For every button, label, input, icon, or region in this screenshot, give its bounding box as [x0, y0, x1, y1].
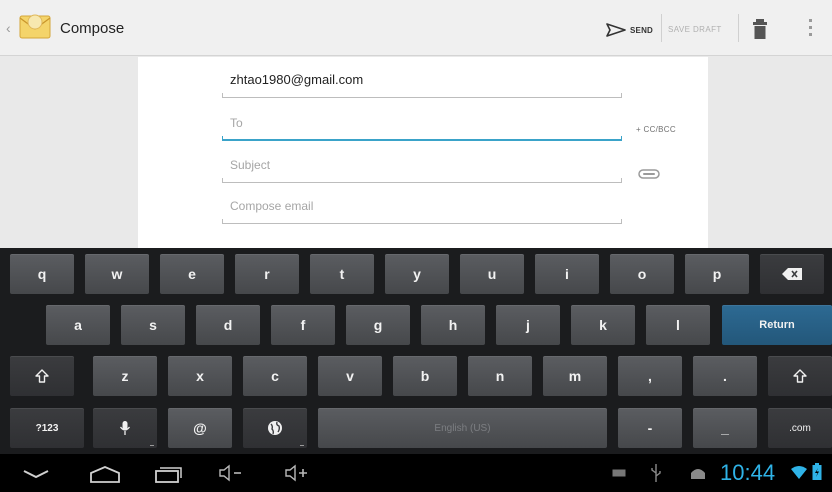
key-s[interactable]: s: [121, 305, 185, 345]
send-icon: [606, 23, 626, 37]
from-value: zhtao1980@gmail.com: [230, 72, 364, 87]
divider: [661, 14, 662, 42]
key-i[interactable]: i: [535, 254, 599, 294]
key-m[interactable]: m: [543, 356, 607, 396]
email-app-icon[interactable]: [18, 10, 52, 42]
key-r[interactable]: r: [235, 254, 299, 294]
to-field[interactable]: To: [222, 103, 622, 141]
battery-icon: [812, 463, 822, 480]
return-key[interactable]: Return: [722, 305, 832, 345]
recent-apps-icon[interactable]: [154, 464, 184, 484]
key-a[interactable]: a: [46, 305, 110, 345]
to-placeholder: To: [230, 116, 243, 130]
key-x[interactable]: x: [168, 356, 232, 396]
overflow-menu-icon[interactable]: [808, 19, 814, 41]
key-k[interactable]: k: [571, 305, 635, 345]
more-indicator: [300, 445, 304, 446]
key-g[interactable]: g: [346, 305, 410, 345]
key-j[interactable]: j: [496, 305, 560, 345]
shift-key-left[interactable]: [10, 356, 74, 396]
symbols-key[interactable]: ?123: [10, 408, 84, 448]
keyboard-status-icon: [612, 469, 626, 477]
hide-keyboard-icon[interactable]: [22, 469, 50, 479]
compose-card: zhtao1980@gmail.com To + CC/BCC Subject …: [138, 57, 708, 248]
key-q[interactable]: q: [10, 254, 74, 294]
key-h[interactable]: h: [421, 305, 485, 345]
shift-icon: [35, 369, 49, 383]
wifi-icon: [791, 466, 807, 479]
key-o[interactable]: o: [610, 254, 674, 294]
usb-icon: [651, 464, 661, 482]
up-caret-icon[interactable]: ‹: [6, 20, 11, 36]
send-label: SEND: [630, 25, 654, 35]
key-t[interactable]: t: [310, 254, 374, 294]
key-dot-com[interactable]: .com: [768, 408, 832, 448]
body-placeholder: Compose email: [230, 199, 314, 213]
body-field[interactable]: Compose email: [222, 186, 622, 224]
home-icon[interactable]: [88, 464, 122, 484]
key-underscore[interactable]: _: [693, 408, 757, 448]
system-navigation-bar: 10:44: [0, 454, 832, 492]
send-button[interactable]: SEND: [606, 18, 653, 42]
key-w[interactable]: w: [85, 254, 149, 294]
key-u[interactable]: u: [460, 254, 524, 294]
more-indicator: [150, 445, 154, 446]
subject-placeholder: Subject: [230, 158, 271, 172]
key-e[interactable]: e: [160, 254, 224, 294]
key-z[interactable]: z: [93, 356, 157, 396]
key-period[interactable]: .: [693, 356, 757, 396]
trash-icon[interactable]: [752, 18, 768, 40]
microphone-icon: [119, 421, 131, 435]
divider: [738, 14, 739, 42]
android-debug-icon: [691, 469, 705, 479]
key-b[interactable]: b: [393, 356, 457, 396]
save-draft-button[interactable]: SAVE DRAFT: [668, 25, 722, 34]
page-title: Compose: [60, 20, 125, 37]
language-key[interactable]: [243, 408, 307, 448]
backspace-icon: [782, 268, 802, 280]
status-clock: 10:44: [720, 460, 776, 485]
key-f[interactable]: f: [271, 305, 335, 345]
from-field[interactable]: zhtao1980@gmail.com: [222, 60, 622, 98]
volume-up-icon[interactable]: [284, 464, 310, 482]
key-d[interactable]: d: [196, 305, 260, 345]
key-y[interactable]: y: [385, 254, 449, 294]
volume-down-icon[interactable]: [218, 464, 244, 482]
key-at[interactable]: @: [168, 408, 232, 448]
cc-bcc-button[interactable]: + CC/BCC: [636, 125, 676, 134]
voice-input-key[interactable]: [93, 408, 157, 448]
key-l[interactable]: l: [646, 305, 710, 345]
space-bar[interactable]: English (US): [318, 408, 607, 448]
backspace-key[interactable]: [760, 254, 824, 294]
subject-field[interactable]: Subject: [222, 145, 622, 183]
key-v[interactable]: v: [318, 356, 382, 396]
key-comma[interactable]: ,: [618, 356, 682, 396]
globe-icon: [268, 421, 282, 435]
key-n[interactable]: n: [468, 356, 532, 396]
action-bar: ‹ Compose SEND SAVE DRAFT: [0, 0, 832, 56]
key-dash[interactable]: -: [618, 408, 682, 448]
shift-key-right[interactable]: [768, 356, 832, 396]
attachment-icon[interactable]: [638, 168, 660, 180]
soft-keyboard: q w e r t y u i o p a s d f g h j k l Re…: [0, 248, 832, 454]
key-c[interactable]: c: [243, 356, 307, 396]
key-p[interactable]: p: [685, 254, 749, 294]
shift-icon: [793, 369, 807, 383]
